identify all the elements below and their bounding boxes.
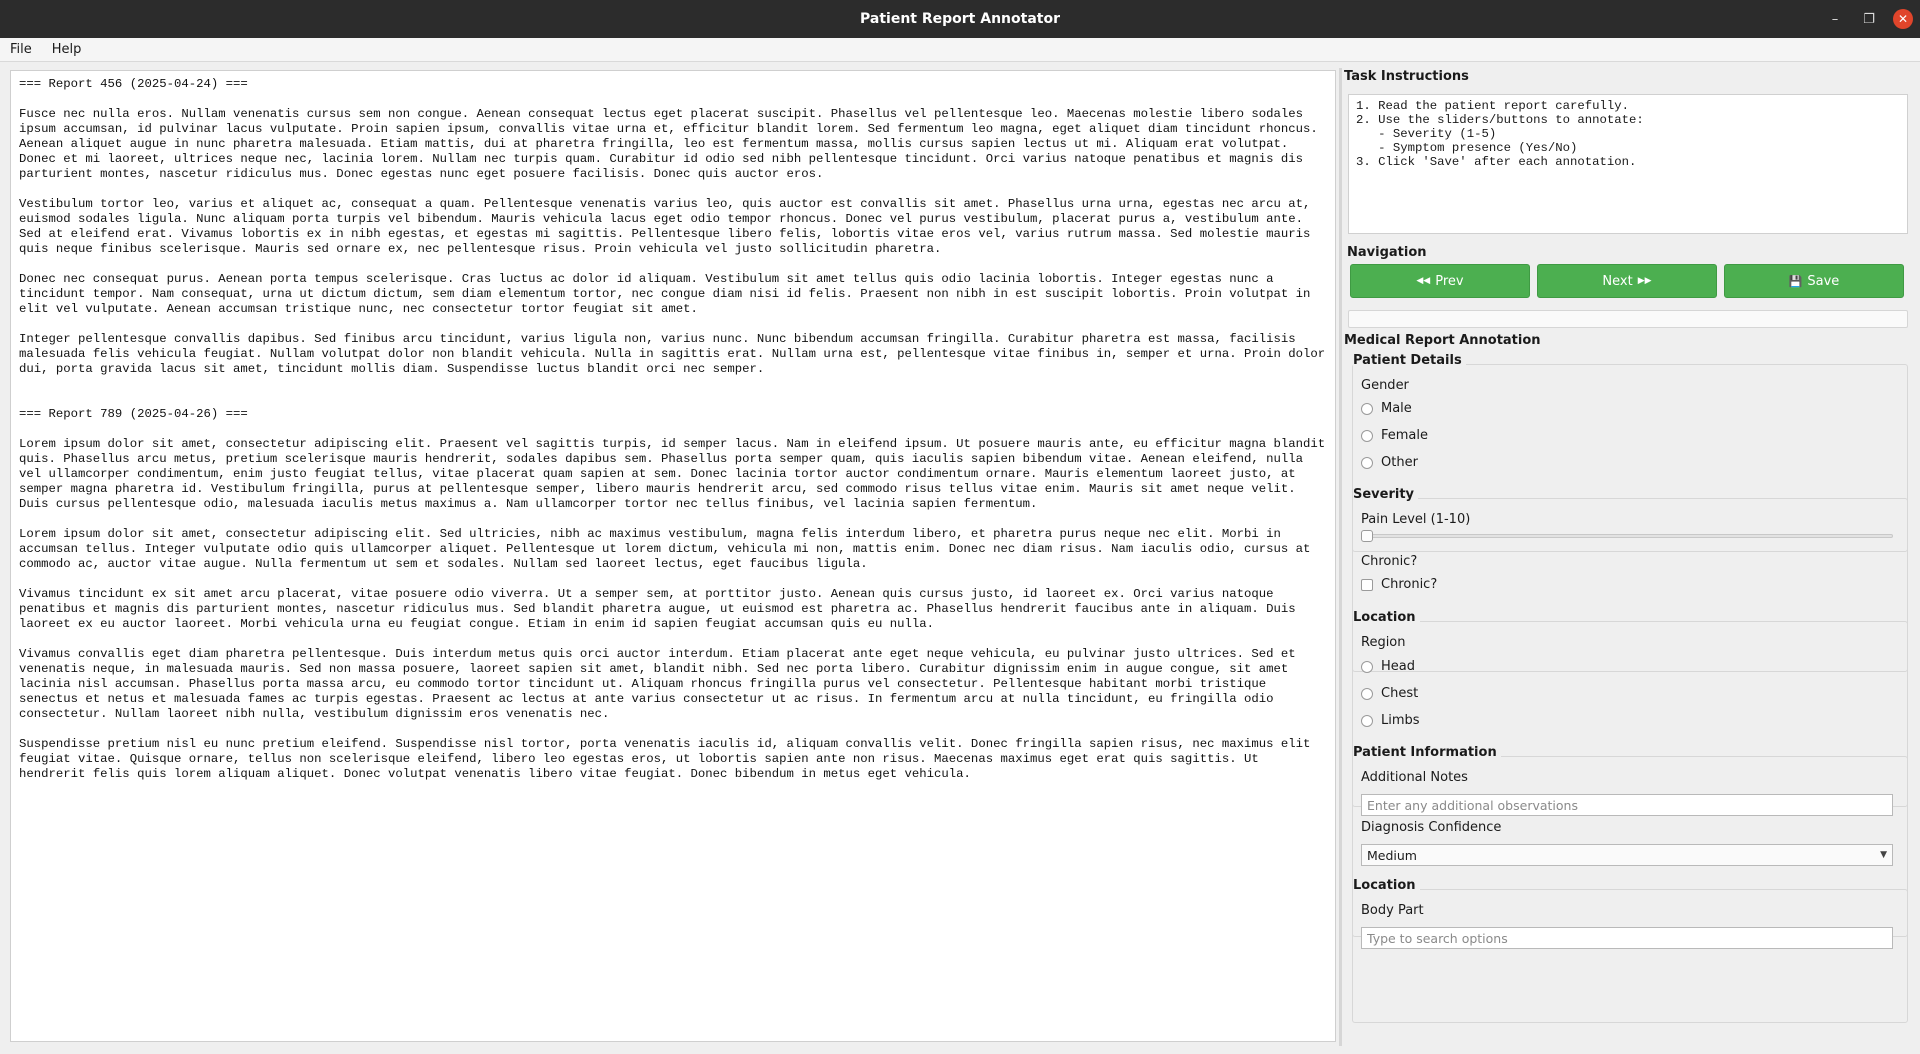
menu-bar: File Help: [0, 38, 1920, 62]
diagnosis-confidence-label: Diagnosis Confidence: [1361, 820, 1502, 835]
diagnosis-confidence-select[interactable]: Medium ▼: [1361, 844, 1893, 866]
pain-level-label: Pain Level (1-10): [1361, 512, 1471, 527]
diagnosis-confidence-value: Medium: [1367, 847, 1417, 863]
save-label: Save: [1807, 273, 1840, 289]
gender-option-female[interactable]: Female: [1361, 428, 1428, 443]
pain-level-slider-handle[interactable]: [1361, 530, 1373, 542]
radio-button[interactable]: [1361, 402, 1373, 415]
region-option-limbs[interactable]: Limbs: [1361, 713, 1420, 728]
next-button[interactable]: Next ▶▶: [1537, 264, 1717, 298]
gender-option-other[interactable]: Other: [1361, 455, 1418, 470]
gender-label: Gender: [1361, 378, 1409, 393]
chevron-down-icon: ▼: [1880, 850, 1887, 860]
title-bar: Patient Report Annotator – ❐ ✕: [0, 0, 1920, 38]
report-text: === Report 456 (2025-04-24) === Fusce ne…: [19, 77, 1326, 781]
region-option-head[interactable]: Head: [1361, 659, 1415, 674]
close-icon: ✕: [1893, 9, 1913, 29]
region-option-chest[interactable]: Chest: [1361, 686, 1418, 701]
window-title: Patient Report Annotator: [860, 11, 1060, 27]
radio-label: Female: [1381, 428, 1429, 443]
window-controls: – ❐ ✕: [1818, 0, 1920, 38]
radio-label: Chest: [1381, 686, 1419, 701]
annotation-panel: Task Instructions 1. Read the patient re…: [1344, 68, 1910, 1046]
instructions-text: 1. Read the patient report carefully. 2.…: [1356, 99, 1644, 169]
region-label: Region: [1361, 635, 1406, 650]
prev-label: Prev: [1435, 273, 1464, 289]
minimize-icon[interactable]: –: [1818, 0, 1852, 38]
report-text-area[interactable]: === Report 456 (2025-04-24) === Fusce ne…: [10, 70, 1336, 1042]
menu-file[interactable]: File: [0, 42, 42, 57]
next-label: Next: [1602, 273, 1633, 289]
patient-information-title: Patient Information: [1353, 745, 1501, 760]
skip-back-icon: ◀◀: [1416, 276, 1431, 286]
body-part-group-title: Location: [1353, 878, 1420, 893]
body-part-label: Body Part: [1361, 903, 1424, 918]
chronic-checkbox-row[interactable]: Chronic?: [1361, 577, 1437, 592]
annotation-title: Medical Report Annotation: [1344, 333, 1541, 348]
body-part-search-input[interactable]: [1361, 927, 1893, 949]
restore-icon[interactable]: ❐: [1852, 0, 1886, 38]
radio-button[interactable]: [1361, 687, 1373, 700]
pane-splitter[interactable]: [1339, 68, 1342, 1046]
severity-title: Severity: [1353, 487, 1419, 502]
navigation-title: Navigation: [1347, 245, 1427, 260]
location-title: Location: [1353, 610, 1420, 625]
radio-button[interactable]: [1361, 456, 1373, 469]
chronic-checkbox[interactable]: [1361, 578, 1373, 591]
save-button[interactable]: 💾 Save: [1724, 264, 1904, 298]
patient-details-title: Patient Details: [1353, 353, 1466, 368]
status-bar: [1348, 310, 1908, 328]
save-icon: 💾: [1788, 274, 1803, 288]
radio-button[interactable]: [1361, 429, 1373, 442]
chronic-label: Chronic?: [1361, 554, 1418, 569]
radio-label: Male: [1381, 401, 1412, 416]
radio-button[interactable]: [1361, 660, 1373, 673]
close-button[interactable]: ✕: [1886, 0, 1920, 38]
additional-notes-input[interactable]: [1361, 794, 1893, 816]
radio-label: Head: [1381, 659, 1415, 674]
instructions-title: Task Instructions: [1344, 69, 1469, 84]
skip-forward-icon: ▶▶: [1637, 276, 1652, 286]
radio-button[interactable]: [1361, 714, 1373, 727]
gender-option-male[interactable]: Male: [1361, 401, 1412, 416]
navigation-buttons: ◀◀ Prev Next ▶▶ 💾 Save: [1350, 264, 1904, 298]
additional-notes-label: Additional Notes: [1361, 770, 1468, 785]
radio-label: Other: [1381, 455, 1418, 470]
instructions-box: 1. Read the patient report carefully. 2.…: [1348, 94, 1908, 234]
checkbox-label: Chronic?: [1381, 577, 1438, 592]
pain-level-slider[interactable]: [1361, 534, 1893, 538]
radio-label: Limbs: [1381, 713, 1420, 728]
prev-button[interactable]: ◀◀ Prev: [1350, 264, 1530, 298]
menu-help[interactable]: Help: [42, 42, 92, 57]
body-part-group: Location Body Part: [1352, 878, 1908, 1023]
